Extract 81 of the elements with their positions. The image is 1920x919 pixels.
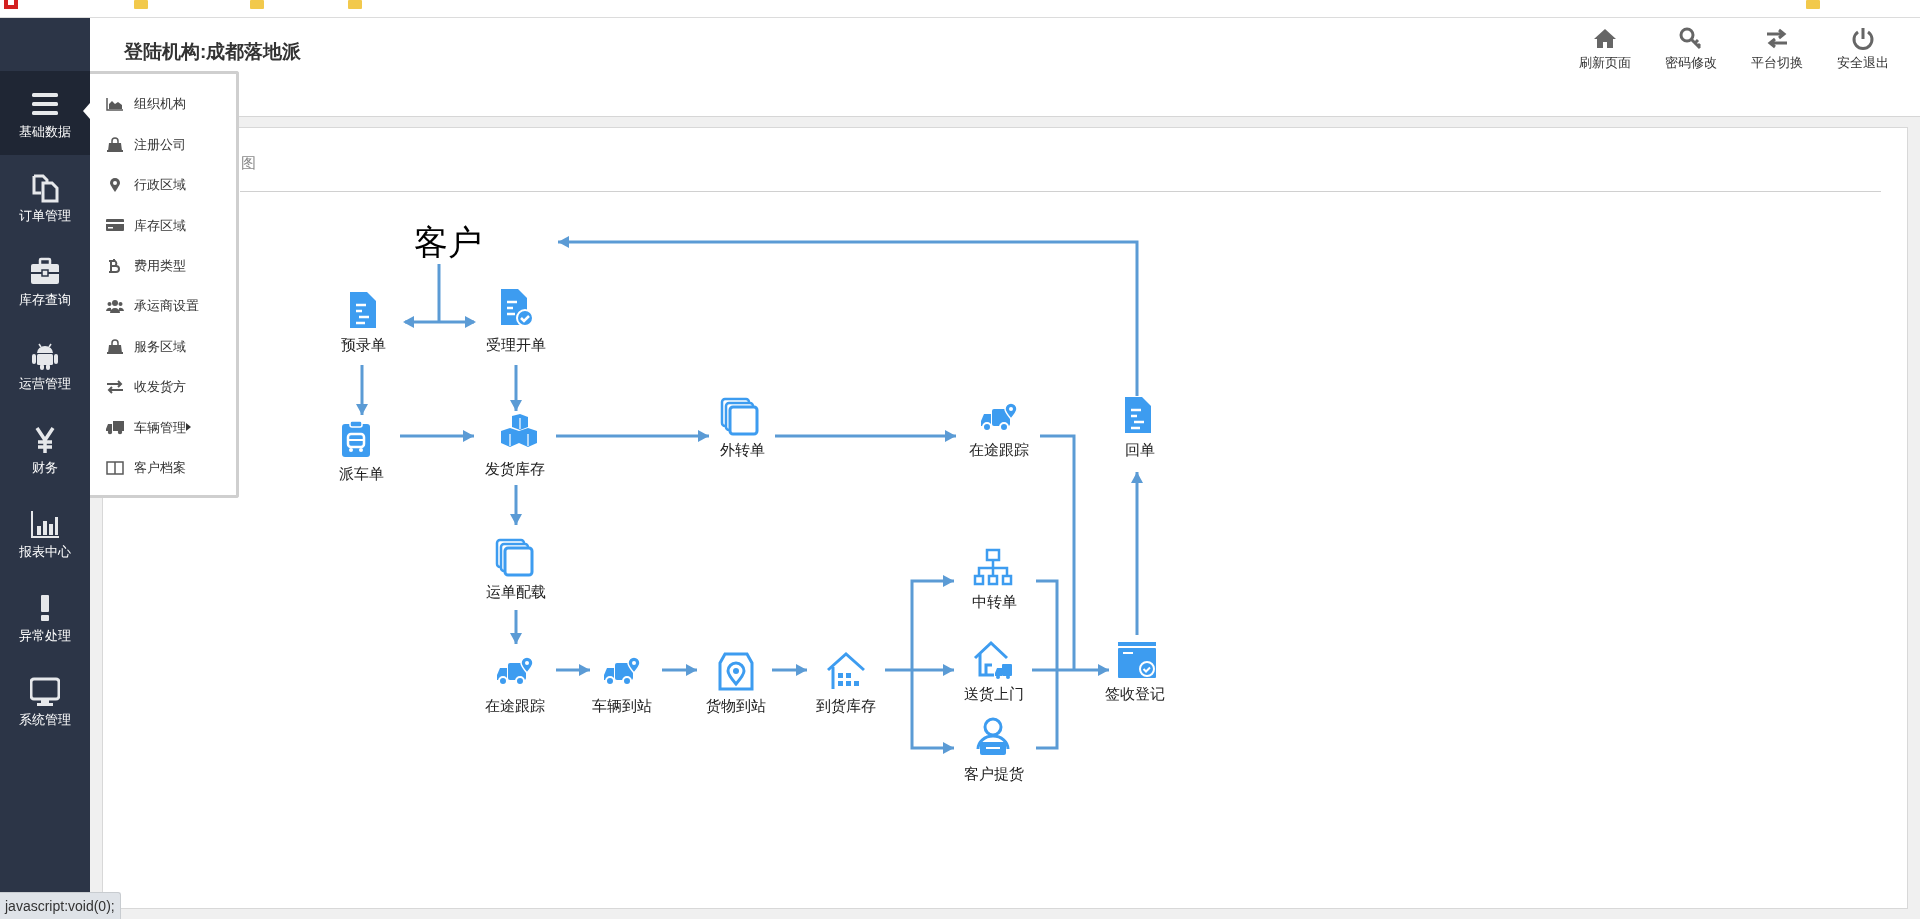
connector-arrow: [356, 365, 368, 415]
stack-icon: [719, 397, 759, 437]
connector-arrow: [556, 664, 590, 676]
briefcase-icon: [30, 256, 60, 287]
node-label: 客户提货: [963, 765, 1025, 783]
menu-item[interactable]: 行政区域: [90, 164, 236, 206]
node-label: 派车单: [337, 465, 385, 483]
menu-item[interactable]: 注册公司: [90, 124, 236, 165]
folder-icon[interactable]: [348, 0, 362, 9]
header-action[interactable]: 密码修改: [1648, 26, 1734, 71]
power-icon: [1851, 27, 1875, 51]
node-label: 发货库存: [484, 460, 546, 478]
bar-chart-icon: [30, 508, 60, 539]
truck-icon: [106, 419, 124, 436]
menu-item[interactable]: 车辆管理: [90, 407, 236, 448]
connector-arrow: [510, 610, 522, 644]
connector-arrow: [662, 664, 697, 676]
sidebar-item[interactable]: 基础数据: [0, 71, 90, 155]
swap-icon: [1765, 27, 1789, 51]
node-label: 在途跟踪: [484, 697, 546, 715]
header-action[interactable]: 刷新页面: [1562, 26, 1648, 71]
copy-icon: [30, 172, 60, 203]
columns-icon: [106, 459, 124, 476]
swap-icon: [106, 378, 124, 395]
node-label: 中转单: [970, 593, 1018, 611]
node-label: 预录单: [339, 336, 387, 354]
node-label: 到货库存: [815, 697, 877, 715]
status-bar: javascript:void(0);: [0, 892, 121, 919]
area-chart-icon: [106, 96, 124, 113]
card-check-icon: [1117, 640, 1157, 680]
site-icon[interactable]: [4, 0, 18, 9]
sidebar-label: 库存查询: [19, 292, 71, 306]
sidebar-label: 基础数据: [19, 124, 71, 138]
key-icon: [1679, 27, 1703, 51]
connector-line: [437, 264, 441, 322]
sidebar-label: 财务: [32, 460, 58, 474]
node-label: 车辆到站: [591, 697, 653, 715]
node-label: 在途跟踪: [968, 441, 1030, 459]
connector-arrow: [510, 485, 522, 525]
node-label: 送货上门: [963, 685, 1025, 703]
node-label: 受理开单: [485, 336, 547, 354]
menu-item[interactable]: 费用类型: [90, 245, 236, 286]
bag-icon: [106, 136, 124, 153]
caret-icon: [186, 423, 191, 432]
sidebar-label: 运营管理: [19, 376, 71, 390]
sidebar-label: 系统管理: [19, 712, 71, 726]
connector-arrow: [510, 365, 522, 411]
menu-item[interactable]: 组织机构: [90, 84, 236, 125]
node-label: 运单配载: [485, 583, 547, 601]
users-icon: [106, 298, 124, 315]
exclamation-icon: [40, 593, 50, 622]
credit-card-icon: [106, 217, 124, 234]
connector-arrow: [772, 664, 807, 676]
menu-item[interactable]: 收发货方: [90, 366, 236, 408]
menu-item[interactable]: 服务区域: [90, 326, 236, 367]
menu-item[interactable]: 客户档案: [90, 447, 236, 488]
header-action[interactable]: 安全退出: [1820, 26, 1906, 71]
box-pin-icon: [716, 651, 756, 691]
node-label: 回单: [1124, 441, 1156, 459]
sidebar-label: 异常处理: [19, 628, 71, 642]
stack-icon: [494, 538, 534, 578]
customer-label: 客户: [413, 221, 483, 263]
house-truck-icon: [973, 639, 1013, 679]
monitor-icon: [30, 676, 60, 707]
bag-icon: [106, 338, 124, 355]
folder-icon[interactable]: [250, 0, 264, 9]
header-action[interactable]: 平台切换: [1734, 26, 1820, 71]
sidebar-label: 报表中心: [19, 544, 71, 558]
tab-title[interactable]: 图: [241, 144, 256, 175]
menu-item[interactable]: 承运商设置: [90, 285, 236, 327]
node-label: 货物到站: [705, 697, 767, 715]
org-chart-icon: [973, 548, 1013, 588]
node-label: 签收登记: [1104, 685, 1166, 703]
home-icon: [1593, 27, 1617, 51]
sidebar-label: 订单管理: [19, 208, 71, 222]
node-label: 外转单: [718, 441, 766, 459]
folder-icon[interactable]: [1806, 0, 1820, 9]
house-icon: [826, 651, 866, 691]
menu-item[interactable]: 库存区域: [90, 205, 236, 246]
page-title: 登陆机构:成都落地派: [124, 40, 302, 64]
folder-icon[interactable]: [134, 0, 148, 9]
